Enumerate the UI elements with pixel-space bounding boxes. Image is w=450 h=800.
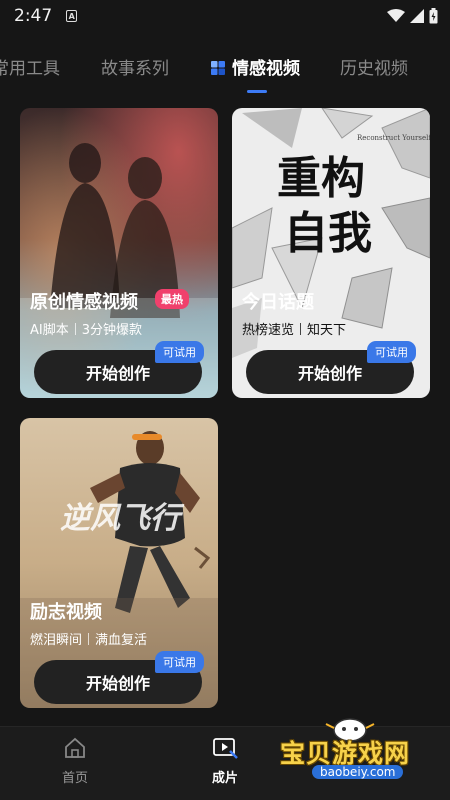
poster-caption: Reconstruct Yourself	[357, 134, 430, 142]
poster-line-1: 重构	[277, 153, 365, 204]
tab-story-series[interactable]: 故事系列	[101, 54, 169, 79]
notification-a-icon: A	[66, 10, 78, 22]
status-indicators	[387, 8, 438, 24]
card-motivation-video-sub-b: 满血复活	[95, 633, 148, 648]
tab-common-tools[interactable]: 常用工具	[0, 54, 60, 79]
card-today-topic-title: 今日话题	[242, 292, 314, 313]
nav-finished-videos[interactable]: 成片	[195, 737, 255, 786]
tab-emotion-video[interactable]: 情感视频	[210, 54, 300, 79]
wifi-icon	[387, 9, 405, 22]
card-emotion-video[interactable]: 原创情感视频 最热 AI脚本 3分钟爆款 开始创作 可试用	[20, 108, 218, 398]
poster-line-2: 自我	[284, 208, 372, 259]
hot-badge: 最热	[155, 289, 189, 309]
battery-icon	[429, 8, 438, 24]
active-tab-indicator	[247, 90, 267, 93]
card-motivation-video[interactable]: 逆风飞行 励志视频 燃泪瞬间 满血复活 开始创作 可试用	[20, 418, 218, 708]
separator	[300, 323, 302, 335]
card-emotion-video-sub-b: 3分钟爆款	[81, 323, 143, 338]
separator	[74, 323, 76, 335]
category-tabs: 常用工具 故事系列 情感视频 历史视频	[0, 48, 450, 88]
card-emotion-video-subtitle: AI脚本 3分钟爆款	[30, 319, 142, 338]
nav-home[interactable]: 首页	[45, 737, 105, 786]
tab-cube-icon	[211, 61, 225, 75]
tab-emotion-video-label: 情感视频	[232, 59, 300, 79]
card-emotion-video-title: 原创情感视频	[30, 292, 138, 313]
card-motivation-video-subtitle: 燃泪瞬间 满血复活	[30, 629, 147, 648]
trial-badge: 可试用	[367, 341, 416, 363]
status-time: 2:47	[14, 6, 53, 26]
nav-home-label: 首页	[61, 771, 88, 786]
card-today-topic-sub-b: 知天下	[307, 323, 347, 338]
card-today-topic-subtitle: 热榜速览 知天下	[242, 319, 346, 338]
watermark: 宝贝游戏网 baobeiy.com	[272, 712, 450, 800]
card-today-topic[interactable]: 重构 自我 Reconstruct Yourself 今日话题 热榜速览 知天下 …	[232, 108, 430, 398]
signal-icon	[410, 9, 424, 23]
card-motivation-video-sub-a: 燃泪瞬间	[30, 633, 83, 648]
tab-history-video[interactable]: 历史视频	[340, 54, 408, 79]
video-play-icon	[213, 738, 238, 759]
card-motivation-video-title: 励志视频	[30, 602, 102, 623]
watermark-url: baobeiy.com	[312, 765, 404, 779]
card-emotion-video-sub-a: AI脚本	[30, 323, 69, 338]
home-icon	[65, 737, 85, 758]
trial-badge: 可试用	[155, 341, 204, 363]
status-bar: 2:47 A	[0, 0, 450, 32]
trial-badge: 可试用	[155, 651, 204, 673]
nav-finished-videos-label: 成片	[211, 771, 238, 786]
card-today-topic-sub-a: 热榜速览	[242, 323, 295, 338]
poster-text: 逆风飞行	[60, 501, 185, 536]
separator	[88, 633, 90, 645]
